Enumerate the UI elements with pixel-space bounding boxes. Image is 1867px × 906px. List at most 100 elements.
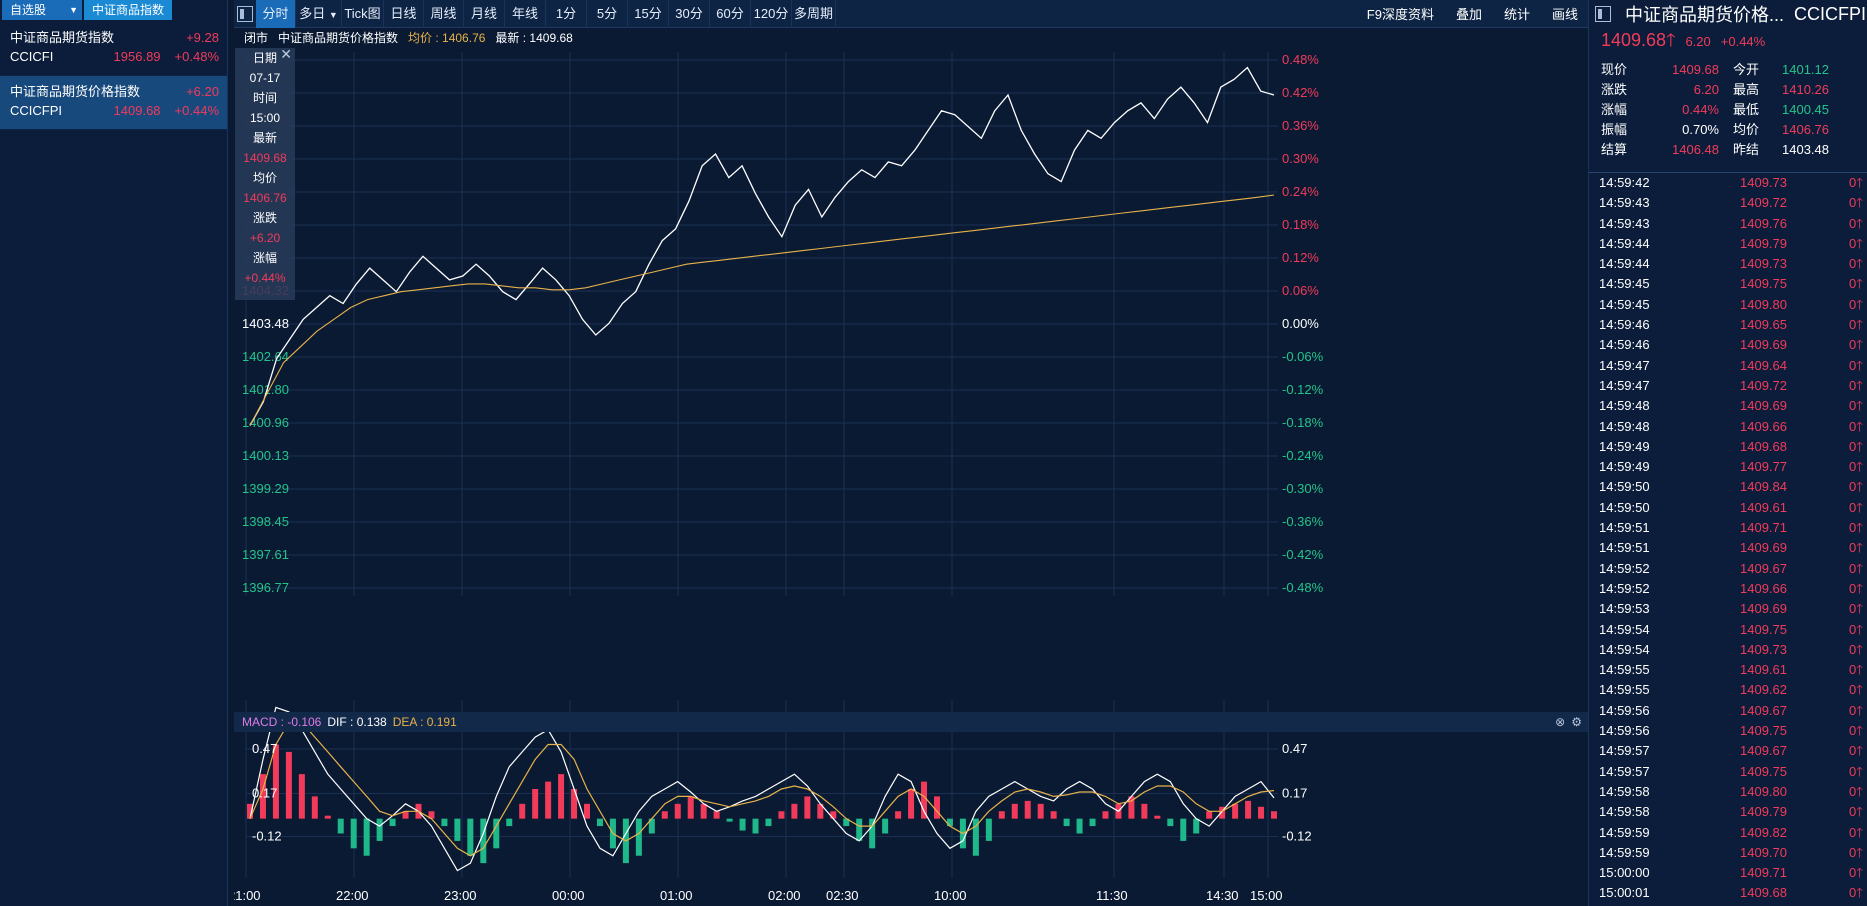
tick-price: 1409.69 <box>1740 601 1787 617</box>
tick-volume: 0🡑 <box>1849 844 1863 860</box>
price-value: 1409.68 <box>1601 30 1667 50</box>
tick-volume: 0🡑 <box>1849 662 1863 678</box>
period-month[interactable]: 月线 <box>464 0 505 28</box>
tick-time: 14:59:49 <box>1599 459 1650 475</box>
tick-price: 1409.73 <box>1740 641 1787 657</box>
tick-volume: 0🡑 <box>1849 357 1863 373</box>
period-15min[interactable]: 15分 <box>628 0 669 28</box>
quote-label: 结算 <box>1601 142 1628 157</box>
instrument-name: 中证商品期货价格指数 <box>278 31 399 45</box>
instrument-title: 中证商品期货价格... <box>1625 5 1785 25</box>
tick-volume: 0🡑 <box>1849 479 1863 495</box>
period-multi[interactable]: 多周期 <box>792 0 836 28</box>
tick-volume: 0🡑 <box>1849 560 1863 576</box>
tick-time: 14:59:59 <box>1599 824 1650 840</box>
tick-row: 14:59:55 1409.61 0🡑 <box>1589 660 1867 680</box>
tick-time: 14:59:52 <box>1599 580 1650 596</box>
gear-icon[interactable]: ⚙ <box>1571 712 1582 732</box>
tick-time: 14:59:59 <box>1599 844 1650 860</box>
tick-volume: 0🡑 <box>1849 743 1863 759</box>
draw-button[interactable]: 画线 <box>1552 4 1578 23</box>
quote-value: 1409.68 <box>1672 62 1719 77</box>
quote-title-bar: 中证商品期货价格... CCICFPI <box>1589 0 1867 28</box>
tab-ccic-index[interactable]: 中证商品指数 <box>84 0 173 20</box>
watchlist-tabs: 自选股 ▼ 中证商品指数 <box>0 0 227 22</box>
tick-volume: 0🡑 <box>1849 235 1863 251</box>
last-price-label: 最新 : 1409.68 <box>495 31 573 45</box>
tick-volume: 0🡑 <box>1849 621 1863 637</box>
intraday-chart[interactable]: 1404.321403.481402.641401.801400.961400.… <box>234 48 1588 906</box>
period-tick[interactable]: Tick图 <box>342 0 384 28</box>
quote-panel: 中证商品期货价格... CCICFPI 1409.68🡑 6.20 +0.44%… <box>1588 0 1867 906</box>
period-multiday[interactable]: 多日 ▼ <box>296 0 342 28</box>
tick-row: 14:59:56 1409.67 0🡑 <box>1589 701 1867 721</box>
period-30min[interactable]: 30分 <box>669 0 710 28</box>
chart-tools: F9深度资料 叠加 统计 画线 <box>1367 4 1588 23</box>
tick-price: 1409.75 <box>1740 621 1787 637</box>
tab-watchlist[interactable]: 自选股 ▼ <box>2 0 82 20</box>
stats-button[interactable]: 统计 <box>1504 4 1530 23</box>
dif-value: DIF : 0.138 <box>327 715 387 729</box>
period-label: 多日 <box>299 5 326 21</box>
tick-price: 1409.80 <box>1740 783 1787 799</box>
period-intraday[interactable]: 分时 <box>256 0 296 28</box>
tick-volume: 0🡑 <box>1849 175 1863 190</box>
y-tick-label: 1400.96 <box>242 415 289 430</box>
chart-header: 闭市 中证商品期货价格指数 均价 : 1406.76 最新 : 1409.68 <box>234 28 1588 48</box>
tick-row: 14:59:48 1409.69 0🡑 <box>1589 396 1867 416</box>
close-icon[interactable]: ✕ <box>280 46 292 63</box>
tick-time: 14:59:46 <box>1599 317 1650 333</box>
deep-info-button[interactable]: F9深度资料 <box>1367 4 1434 23</box>
tick-row: 14:59:51 1409.69 0🡑 <box>1589 538 1867 558</box>
tick-row: 14:59:55 1409.62 0🡑 <box>1589 680 1867 700</box>
tick-price: 1409.73 <box>1740 175 1787 190</box>
period-day[interactable]: 日线 <box>384 0 424 28</box>
period-year[interactable]: 年线 <box>505 0 546 28</box>
tick-volume: 0🡑 <box>1849 296 1863 312</box>
tick-volume: 0🡑 <box>1849 580 1863 596</box>
arrow-up-icon: 🡑 <box>1666 30 1676 50</box>
quote-grid: 现价 1409.68 今开 1401.12 涨跌 6.20 最高 1410.26 涨幅 0.44%… <box>1589 60 1867 160</box>
avg-price-label: 均价 : 1406.76 <box>408 31 486 45</box>
y-tick-label: -0.48% <box>1282 580 1324 595</box>
y-tick-label: 0.18% <box>1282 217 1319 232</box>
tick-price: 1409.77 <box>1740 459 1787 475</box>
period-120min[interactable]: 120分 <box>751 0 792 28</box>
toggle-left-panel-button[interactable] <box>234 5 256 22</box>
tick-time: 14:59:45 <box>1599 296 1650 312</box>
tick-row: 14:59:58 1409.80 0🡑 <box>1589 782 1867 802</box>
macd-value: MACD : -0.106 <box>242 715 322 729</box>
item-code: CCICFPI <box>10 103 62 118</box>
period-60min[interactable]: 60分 <box>710 0 751 28</box>
quote-value: 1406.76 <box>1782 122 1829 137</box>
tick-row: 14:59:59 1409.82 0🡑 <box>1589 823 1867 843</box>
watchlist-item[interactable]: 中证商品期货指数 +9.28 CCICFI 1956.89 +0.48% <box>0 22 227 76</box>
watchlist-item[interactable]: 中证商品期货价格指数 +6.20 CCICFPI 1409.68 +0.44% <box>0 76 227 130</box>
close-circle-icon[interactable]: ⊗ <box>1555 712 1565 732</box>
instrument-code: CCICFPI <box>1794 3 1867 24</box>
overlay-button[interactable]: 叠加 <box>1456 4 1482 23</box>
tick-price: 1409.79 <box>1740 804 1787 820</box>
panel-toggle-icon[interactable] <box>1595 6 1611 22</box>
tick-list: 14:59:42 1409.73 0🡑 14:59:43 1409.72 0🡑 14:59:… <box>1589 172 1867 904</box>
quote-value: 0.44% <box>1682 102 1719 117</box>
quote-label: 今开 <box>1733 62 1760 77</box>
y-tick-label: 0.36% <box>1282 118 1319 133</box>
tick-row: 14:59:52 1409.67 0🡑 <box>1589 559 1867 579</box>
x-tick-label: 10:00 <box>934 888 967 903</box>
x-tick-label: 21:00 <box>234 888 261 903</box>
tick-price: 1409.73 <box>1740 256 1787 272</box>
dropdown-caret-icon[interactable]: ▼ <box>69 0 78 20</box>
x-tick-label: 11:30 <box>1096 888 1128 903</box>
period-1min[interactable]: 1分 <box>546 0 587 28</box>
tick-row: 14:59:48 1409.66 0🡑 <box>1589 417 1867 437</box>
tick-time: 14:59:55 <box>1599 682 1650 698</box>
y-tick-label: -0.12% <box>1282 382 1324 397</box>
tick-volume: 0🡑 <box>1849 865 1863 881</box>
tick-volume: 0🡑 <box>1849 337 1863 353</box>
quote-label: 振幅 <box>1601 122 1628 137</box>
avg-line <box>249 194 1275 426</box>
period-5min[interactable]: 5分 <box>587 0 628 28</box>
quote-value: 1406.48 <box>1672 142 1719 157</box>
period-week[interactable]: 周线 <box>424 0 464 28</box>
